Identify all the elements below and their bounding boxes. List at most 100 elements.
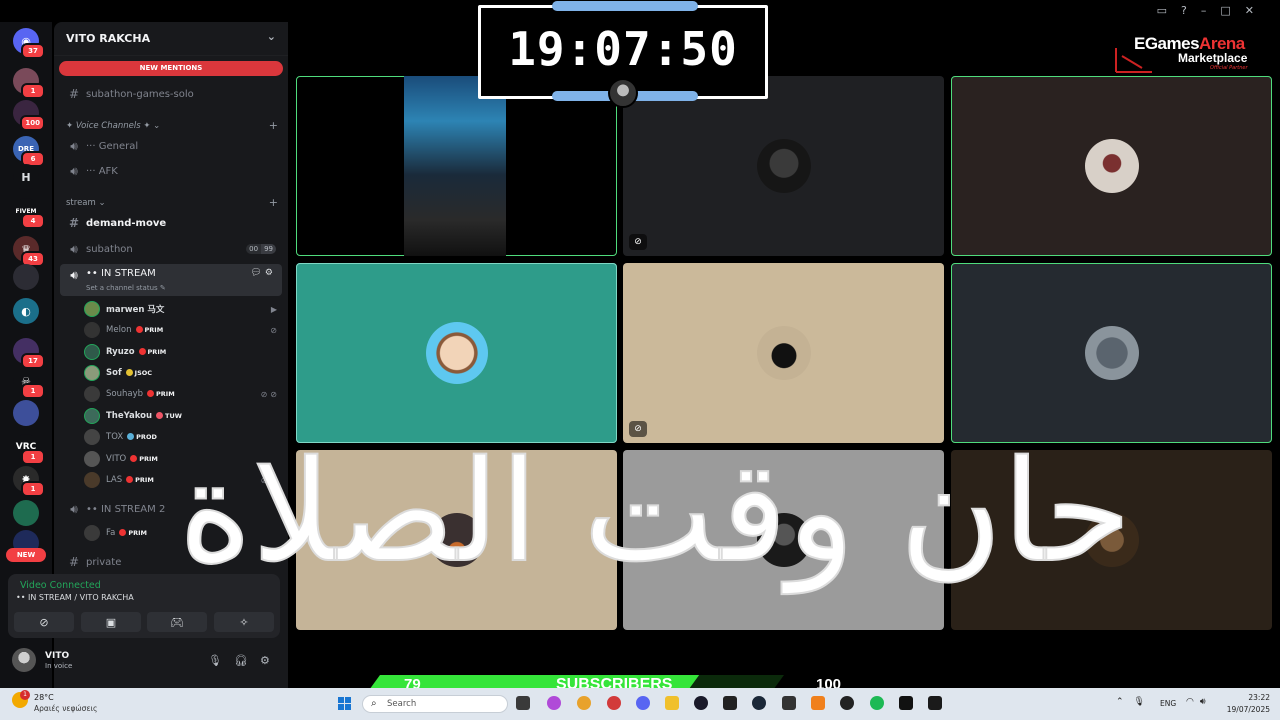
chrome-icon[interactable] [577,696,591,710]
app-icon[interactable] [811,696,825,710]
clock-time[interactable]: 23:22 [1226,693,1270,702]
channel-general[interactable]: 🔊︎ ··· General [60,136,282,156]
clock-date[interactable]: 19/07/2025 [1214,705,1270,714]
voice-user[interactable]: marwen 马文 ▶ [84,300,280,318]
wifi-icon[interactable]: ◠ [1186,697,1200,707]
capcut-icon[interactable] [899,696,913,710]
video-tile[interactable] [296,450,617,630]
category-stream[interactable]: stream ⌄ + [66,196,278,210]
video-tile[interactable]: ⊘ [623,76,944,256]
voice-user[interactable]: Melon PRIM ⊘ [84,321,280,339]
username: TheYakou [106,411,153,421]
server-icon[interactable]: FIVEM 4 [13,198,45,229]
weather-condition[interactable]: Αραιές νεφώσεις [34,704,97,713]
channel-demand-move[interactable]: # demand-move [60,213,282,233]
server-icon[interactable]: 17 [13,338,45,369]
server-icon[interactable]: H [13,164,39,190]
username: Melon [106,325,132,335]
channel-label: •• IN STREAM 2 [86,503,166,515]
volume-icon[interactable]: 🔊︎ [1200,697,1212,707]
video-tile[interactable] [623,450,944,630]
guild-header[interactable]: VITO RAKCHA ⌄ [54,22,288,56]
app-icon[interactable] [694,696,708,710]
add-channel-icon[interactable]: + [269,119,278,132]
voice-channel-path[interactable]: •• IN STREAM / VITO RAKCHA [16,593,134,602]
star-icon[interactable]: ✸ 1 [13,466,45,497]
new-mentions-button[interactable]: NEW MENTIONS [59,61,283,76]
channel-status[interactable]: Set a channel status ✎ [86,284,166,292]
add-channel-icon[interactable]: + [269,196,278,209]
channel-actions[interactable]: 💬︎⚙ [251,268,277,278]
video-tile[interactable]: ⊘ [623,263,944,443]
voice-user[interactable]: TOX PROD [84,428,280,446]
language-indicator[interactable]: ENG [1160,699,1176,708]
spotify-icon[interactable] [870,696,884,710]
channel-private[interactable]: # private [60,552,282,572]
voice-user[interactable]: TheYakou TUW [84,407,280,425]
app-icon[interactable] [607,696,621,710]
taskbar-search[interactable]: ⌕ Search [362,695,508,713]
voice-user[interactable]: Fa PRIM [84,524,280,542]
weather-temp[interactable]: 28°C [34,693,54,702]
camera-off-button[interactable]: ⊘ [14,612,74,632]
video-tile[interactable] [951,263,1272,443]
server-icon[interactable]: ◐ [13,298,39,324]
windows-start-button[interactable] [338,697,352,711]
channel-subathon-games-solo[interactable]: # subathon-games-solo [60,84,282,104]
voice-user[interactable]: Sof JSOC [84,364,280,382]
server-icon[interactable]: VRC 1 [13,434,45,465]
channel-afk[interactable]: 🔊︎ ··· AFK [60,161,282,181]
maximize-icon[interactable]: □ [1220,4,1244,17]
discord-home-icon[interactable]: ◉ 37 [13,28,45,59]
inbox-icon[interactable]: ▭ [1157,4,1181,17]
server-icon[interactable] [13,500,39,526]
obs-icon[interactable] [840,696,854,710]
help-icon[interactable]: ? [1181,4,1201,17]
video-tile[interactable] [296,263,617,443]
headphones-icon[interactable]: 🎧︎ [234,654,260,667]
channel-in-stream-2[interactable]: 🔊︎ •• IN STREAM 2 [60,499,282,519]
server-icon[interactable] [13,400,39,426]
skeleton-icon[interactable]: ☠ 1 [13,368,45,399]
crown-icon[interactable]: ♛ 43 [13,236,45,267]
voice-user[interactable]: VITO PRIM [84,450,280,468]
category-voice-channels[interactable]: ✦ Voice Channels ✦ ⌄ + [66,119,278,133]
channel-label: demand-move [86,217,167,229]
server-icon[interactable]: 100 [13,100,45,131]
username: Fa [106,528,116,538]
microphone-icon[interactable]: 🎙︎ [208,654,234,667]
discord-icon[interactable] [636,696,650,710]
user-controls: 🎙︎🎧︎⚙ [208,654,282,667]
voice-user[interactable]: Ryuzo PRIM [84,343,280,361]
steam-icon[interactable] [752,696,766,710]
app-icon[interactable] [782,696,796,710]
speaker-icon: 🔊︎ [70,501,78,516]
server-icon[interactable]: DRE 6 [13,136,45,167]
server-icon[interactable] [13,264,39,290]
video-tile[interactable] [296,76,617,256]
activity-button[interactable]: 🎮︎ [147,612,207,632]
server-icon[interactable]: 1 [13,68,45,99]
screen-share-button[interactable]: ▣ [81,612,141,632]
voice-user[interactable]: LAS PRIM ⊘⊘ [84,471,280,489]
app-icon[interactable] [723,696,737,710]
voice-user[interactable]: Souhayb PRIM ⊘⊘ [84,385,280,403]
video-tile[interactable] [951,76,1272,256]
microphone-icon[interactable]: 🎙︎ [1134,697,1155,707]
avatar [756,513,811,567]
close-icon[interactable]: ✕ [1245,4,1268,17]
app-icon[interactable] [928,696,942,710]
start-tile [338,704,344,710]
avatar[interactable] [12,648,36,672]
copilot-icon[interactable] [547,696,561,710]
task-view-icon[interactable] [516,696,530,710]
gear-icon[interactable]: ⚙ [260,654,282,667]
soundboard-icon: ✧ [239,615,249,629]
soundboard-button[interactable]: ✧ [214,612,274,632]
chevron-up-icon[interactable]: ⌃ [1116,697,1134,707]
minimize-icon[interactable]: – [1201,4,1221,17]
channel-subathon[interactable]: 🔊︎ subathon 00 99 [60,239,282,259]
file-explorer-icon[interactable] [665,696,679,710]
new-unreads-pill[interactable]: NEW [6,548,46,562]
video-tile[interactable] [951,450,1272,630]
